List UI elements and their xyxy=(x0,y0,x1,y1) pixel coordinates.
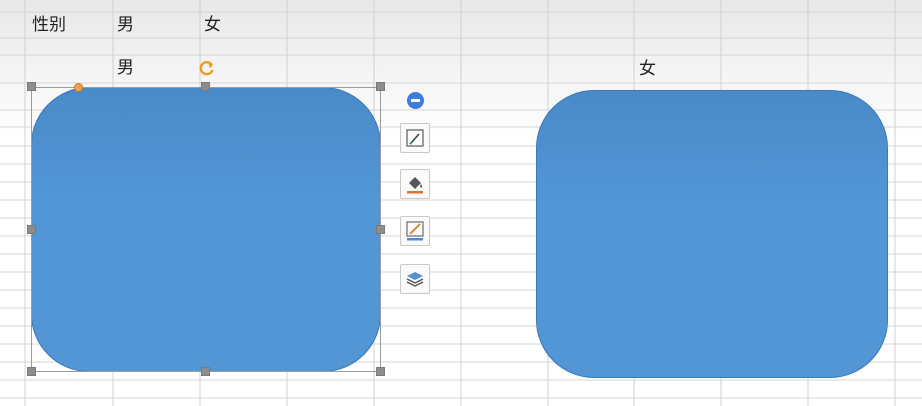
fill-color-button[interactable] xyxy=(400,169,430,199)
cell-female-header[interactable]: 女 xyxy=(204,15,221,35)
cell-gender-label[interactable]: 性别 xyxy=(32,15,66,35)
rotate-handle-icon[interactable] xyxy=(197,58,217,78)
resize-handle-top-left[interactable] xyxy=(27,82,36,91)
cell-female-value[interactable]: 女 xyxy=(639,59,656,79)
resize-handle-bottom-left[interactable] xyxy=(27,367,36,376)
corner-radius-adjust-handle[interactable] xyxy=(74,83,83,92)
layers-button[interactable] xyxy=(400,264,430,294)
resize-handle-top-center[interactable] xyxy=(201,82,210,91)
shape-style-icon xyxy=(406,129,424,147)
fill-bucket-icon xyxy=(407,177,423,194)
resize-handle-middle-right[interactable] xyxy=(376,225,385,234)
selection-frame xyxy=(31,87,381,372)
cell-male-header[interactable]: 男 xyxy=(117,15,134,35)
rounded-rectangle-shape[interactable] xyxy=(536,90,888,378)
collapse-icon[interactable] xyxy=(407,92,424,109)
layers-icon xyxy=(406,272,424,287)
resize-handle-middle-left[interactable] xyxy=(27,225,36,234)
shape-style-button[interactable] xyxy=(400,123,430,153)
resize-handle-bottom-right[interactable] xyxy=(376,367,385,376)
outline-pen-icon xyxy=(406,221,424,241)
outline-color-button[interactable] xyxy=(400,216,430,246)
cell-male-value[interactable]: 男 xyxy=(117,58,134,78)
resize-handle-top-right[interactable] xyxy=(376,82,385,91)
resize-handle-bottom-center[interactable] xyxy=(201,367,210,376)
